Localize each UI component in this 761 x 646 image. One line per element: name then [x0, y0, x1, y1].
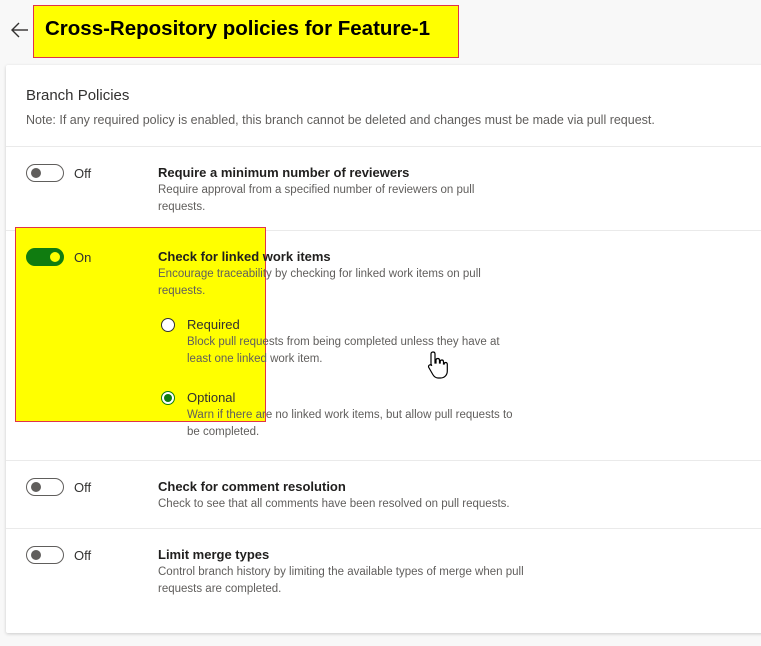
policy-title-minimum-reviewers: Require a minimum number of reviewers	[158, 165, 410, 180]
page-title: Cross-Repository policies for Feature-1	[45, 17, 431, 40]
toggle-knob	[31, 168, 41, 178]
section-note: Note: If any required policy is enabled,…	[26, 113, 655, 127]
page-header: Cross-Repository policies for Feature-1	[0, 0, 761, 64]
radio-label-required: Required	[187, 317, 240, 332]
policy-description-comment-resolution: Check to see that all comments have been…	[158, 498, 510, 510]
policy-description-limit-merge-types: Control branch history by limiting the a…	[158, 566, 524, 595]
toggle-state-label: Off	[74, 548, 92, 563]
policy-title-comment-resolution: Check for comment resolution	[158, 479, 346, 494]
toggle-comment-resolution[interactable]	[26, 478, 64, 496]
divider	[6, 528, 761, 529]
policy-title-linked-work-items: Check for linked work items	[158, 249, 331, 264]
back-arrow-icon[interactable]	[10, 20, 30, 40]
radio-description-optional: Warn if there are no linked work items, …	[187, 409, 513, 438]
toggle-knob	[31, 482, 41, 492]
toggle-state-label: On	[74, 250, 92, 265]
radio-description-required: Block pull requests from being completed…	[187, 336, 500, 365]
hand-pointer-cursor-icon	[427, 351, 448, 379]
toggle-linked-work-items[interactable]	[26, 248, 64, 266]
section-title: Branch Policies	[26, 87, 130, 104]
policy-description-linked-work-items: Encourage traceability by checking for l…	[158, 268, 481, 297]
radio-optional[interactable]	[161, 391, 175, 405]
radio-dot	[164, 394, 172, 402]
branch-policies-card: Branch Policies Note: If any required po…	[6, 65, 761, 633]
radio-label-optional: Optional	[187, 390, 236, 405]
policy-title-limit-merge-types: Limit merge types	[158, 547, 270, 562]
toggle-state-label: Off	[74, 166, 92, 181]
divider	[6, 460, 761, 461]
policy-description-minimum-reviewers: Require approval from a specified number…	[158, 184, 475, 213]
toggle-knob	[50, 252, 60, 262]
toggle-knob	[31, 550, 41, 560]
toggle-state-label: Off	[74, 480, 92, 495]
toggle-limit-merge-types[interactable]	[26, 546, 64, 564]
radio-required[interactable]	[161, 318, 175, 332]
divider	[6, 146, 761, 147]
toggle-minimum-reviewers[interactable]	[26, 164, 64, 182]
